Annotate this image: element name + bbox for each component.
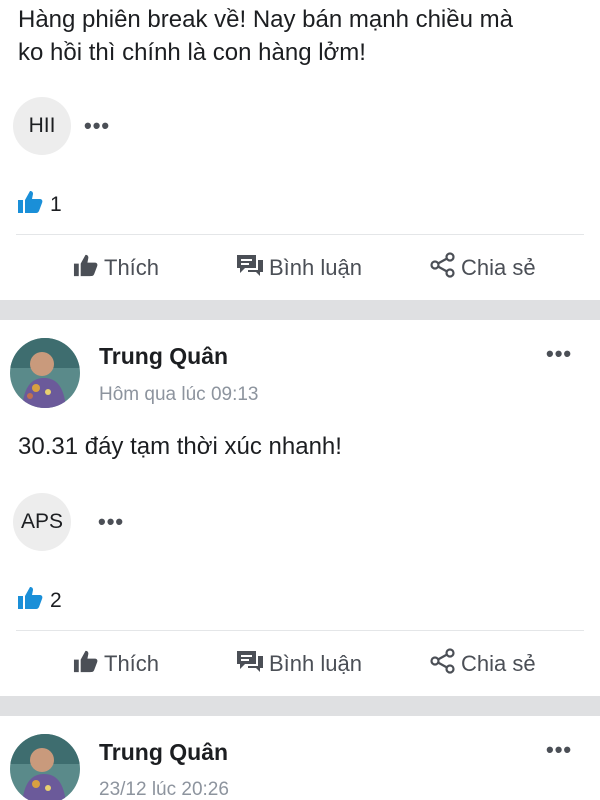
like-reaction-icon — [16, 189, 44, 221]
post-options-button[interactable]: ••• — [546, 737, 572, 763]
comment-button-label: Bình luận — [269, 651, 362, 676]
like-count: 2 — [50, 589, 62, 612]
share-button[interactable]: Chia sẻ — [430, 644, 536, 684]
share-button[interactable]: Chia sẻ — [430, 248, 536, 288]
author-name[interactable]: Trung Quân — [99, 343, 228, 370]
like-button[interactable]: Thích — [72, 644, 159, 684]
post-1: Hàng phiên break về! Nay bán mạnh chiều … — [0, 0, 600, 300]
post-text: Hàng phiên break về! Nay bán mạnh chiều … — [18, 3, 513, 69]
like-button-label: Thích — [104, 255, 160, 280]
comment-button[interactable]: Bình luận — [236, 248, 362, 288]
share-button-label: Chia sẻ — [461, 651, 536, 676]
post-divider — [0, 300, 600, 320]
separator — [16, 234, 584, 235]
post-text-line: Hàng phiên break về! Nay bán mạnh chiều … — [18, 6, 513, 33]
thumbs-up-icon — [72, 253, 99, 284]
action-bar: Thích Bình luận Chia sẻ — [0, 248, 600, 288]
separator — [16, 630, 584, 631]
comment-button[interactable]: Bình luận — [236, 644, 362, 684]
avatar[interactable] — [10, 734, 80, 800]
author-name[interactable]: Trung Quân — [99, 739, 228, 766]
like-summary[interactable]: 1 — [16, 189, 62, 221]
tag-more-button[interactable]: ••• — [84, 113, 110, 139]
post-3: Trung Quân 23/12 lúc 20:26 ••• — [0, 716, 600, 800]
post-2: Trung Quân Hôm qua lúc 09:13 ••• 30.31 đ… — [0, 320, 600, 696]
post-timestamp[interactable]: Hôm qua lúc 09:13 — [99, 384, 259, 406]
avatar[interactable] — [10, 338, 80, 408]
tag-bubble[interactable]: APS — [13, 493, 71, 551]
like-button-label: Thích — [104, 651, 160, 676]
comment-icon — [236, 649, 264, 679]
share-icon — [430, 252, 456, 284]
like-summary[interactable]: 2 — [16, 585, 62, 617]
post-options-button[interactable]: ••• — [546, 341, 572, 367]
tag-bubble[interactable]: HII — [13, 97, 71, 155]
like-count: 1 — [50, 193, 62, 216]
comment-button-label: Bình luận — [269, 255, 362, 280]
share-icon — [430, 648, 456, 680]
like-button[interactable]: Thích — [72, 248, 159, 288]
comment-icon — [236, 253, 264, 283]
post-timestamp[interactable]: 23/12 lúc 20:26 — [99, 779, 229, 800]
post-divider — [0, 696, 600, 716]
like-reaction-icon — [16, 585, 44, 617]
post-text-line: ko hồi thì chính là con hàng lởm! — [18, 39, 366, 66]
share-button-label: Chia sẻ — [461, 255, 536, 280]
thumbs-up-icon — [72, 649, 99, 680]
action-bar: Thích Bình luận Chia sẻ — [0, 644, 600, 684]
tag-more-button[interactable]: ••• — [98, 509, 124, 535]
post-text: 30.31 đáy tạm thời xúc nhanh! — [18, 433, 342, 460]
